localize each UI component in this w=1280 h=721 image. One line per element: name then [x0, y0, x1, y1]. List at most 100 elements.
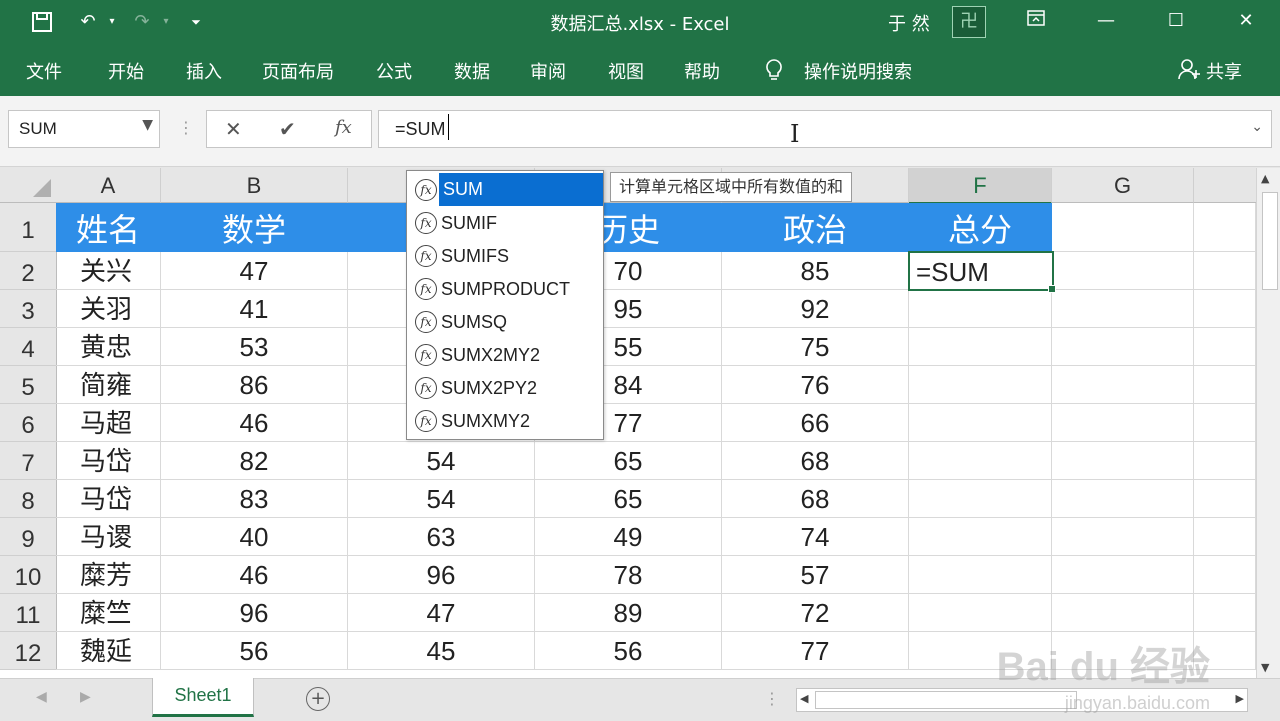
- grid-cell[interactable]: 简雍: [56, 366, 161, 404]
- column-header-G[interactable]: G: [1052, 168, 1194, 203]
- grid-cell[interactable]: 83: [161, 480, 348, 518]
- grid-cell[interactable]: 马岱: [56, 442, 161, 480]
- grid-cell[interactable]: 关羽: [56, 290, 161, 328]
- grid-cell[interactable]: [909, 290, 1052, 328]
- tab-page-layout[interactable]: 页面布局: [262, 58, 334, 84]
- grid-cell[interactable]: 46: [161, 556, 348, 594]
- scroll-right-icon[interactable]: ▶: [1236, 692, 1244, 705]
- row-header-3[interactable]: 3: [0, 290, 57, 328]
- grid-cell[interactable]: [1052, 328, 1194, 366]
- grid-cell[interactable]: 75: [722, 328, 909, 366]
- tab-view[interactable]: 视图: [608, 58, 644, 84]
- formula-input[interactable]: =SUM ⌄: [378, 110, 1272, 148]
- grid-cell[interactable]: 糜竺: [56, 594, 161, 632]
- grid-cell[interactable]: 65: [535, 480, 722, 518]
- tab-split-grip-icon[interactable]: ⋮: [764, 689, 780, 708]
- grid-cell[interactable]: 74: [722, 518, 909, 556]
- header-cell[interactable]: [1194, 203, 1256, 252]
- autocomplete-item[interactable]: fx SUMX2PY2: [407, 371, 603, 404]
- row-header-8[interactable]: 8: [0, 480, 57, 518]
- horizontal-scroll-thumb[interactable]: [815, 691, 1077, 709]
- formula-bar-grip-icon[interactable]: ⋮: [178, 118, 194, 137]
- header-cell[interactable]: 数学: [161, 203, 348, 252]
- grid-cell[interactable]: [1194, 480, 1256, 518]
- grid-cell[interactable]: 68: [722, 480, 909, 518]
- grid-cell[interactable]: 63: [348, 518, 535, 556]
- tab-formulas[interactable]: 公式: [376, 58, 412, 84]
- autocomplete-item[interactable]: fx SUMX2MY2: [407, 338, 603, 371]
- grid-cell[interactable]: 54: [348, 480, 535, 518]
- row-header-9[interactable]: 9: [0, 518, 57, 556]
- grid-cell[interactable]: 89: [535, 594, 722, 632]
- grid-cell[interactable]: 72: [722, 594, 909, 632]
- grid-cell[interactable]: [909, 404, 1052, 442]
- next-sheet-icon[interactable]: ▶: [80, 689, 91, 705]
- grid-cell[interactable]: [1052, 594, 1194, 632]
- tab-data[interactable]: 数据: [454, 58, 490, 84]
- autocomplete-item[interactable]: fx SUMIFS: [407, 239, 603, 272]
- row-header-5[interactable]: 5: [0, 366, 57, 404]
- expand-formula-bar-icon[interactable]: ⌄: [1251, 119, 1263, 135]
- grid-cell[interactable]: 77: [722, 632, 909, 670]
- header-cell[interactable]: [1052, 203, 1194, 252]
- cancel-entry-icon[interactable]: ✕: [225, 117, 242, 141]
- grid-cell[interactable]: 47: [348, 594, 535, 632]
- grid-cell[interactable]: [1194, 252, 1256, 290]
- grid-cell[interactable]: 魏延: [56, 632, 161, 670]
- lightbulb-icon[interactable]: [764, 58, 784, 87]
- grid-cell[interactable]: 47: [161, 252, 348, 290]
- column-header-H[interactable]: [1194, 168, 1256, 203]
- tab-insert[interactable]: 插入: [186, 58, 222, 84]
- column-header-B[interactable]: B: [161, 168, 348, 203]
- grid-cell[interactable]: [1052, 480, 1194, 518]
- grid-cell[interactable]: 96: [161, 594, 348, 632]
- row-header-4[interactable]: 4: [0, 328, 57, 366]
- grid-cell[interactable]: [909, 556, 1052, 594]
- autocomplete-item[interactable]: fx SUM: [407, 173, 603, 206]
- autocomplete-item[interactable]: fx SUMIF: [407, 206, 603, 239]
- grid-cell[interactable]: [909, 442, 1052, 480]
- grid-cell[interactable]: [1194, 404, 1256, 442]
- user-avatar-icon[interactable]: 卍: [952, 6, 986, 38]
- scroll-up-icon[interactable]: ▲: [1261, 172, 1269, 185]
- ribbon-display-options-icon[interactable]: [1016, 6, 1056, 36]
- grid-cell[interactable]: [1194, 290, 1256, 328]
- previous-sheet-icon[interactable]: ◀: [36, 689, 47, 705]
- grid-cell[interactable]: [1052, 404, 1194, 442]
- vertical-scrollbar[interactable]: ▲ ▼: [1256, 168, 1280, 678]
- name-box[interactable]: SUM ▼: [8, 110, 160, 148]
- grid-cell[interactable]: [1052, 442, 1194, 480]
- grid-cell[interactable]: [909, 594, 1052, 632]
- tab-help[interactable]: 帮助: [684, 58, 720, 84]
- grid-cell[interactable]: 40: [161, 518, 348, 556]
- grid-cell[interactable]: [1194, 328, 1256, 366]
- grid-cell[interactable]: 46: [161, 404, 348, 442]
- grid-cell[interactable]: [1052, 518, 1194, 556]
- grid-cell[interactable]: 82: [161, 442, 348, 480]
- grid-cell[interactable]: [1194, 594, 1256, 632]
- grid-cell[interactable]: 78: [535, 556, 722, 594]
- maximize-button[interactable]: ☐: [1156, 6, 1196, 36]
- grid-cell[interactable]: [909, 328, 1052, 366]
- grid-cell[interactable]: 56: [161, 632, 348, 670]
- grid-cell[interactable]: 49: [535, 518, 722, 556]
- tab-review[interactable]: 审阅: [530, 58, 566, 84]
- grid-cell[interactable]: [1194, 442, 1256, 480]
- vertical-scroll-thumb[interactable]: [1262, 192, 1278, 290]
- grid-cell[interactable]: 45: [348, 632, 535, 670]
- grid-cell[interactable]: [1052, 556, 1194, 594]
- grid-cell[interactable]: 85: [722, 252, 909, 290]
- grid-cell[interactable]: 76: [722, 366, 909, 404]
- scroll-down-icon[interactable]: ▼: [1261, 661, 1269, 674]
- grid-cell[interactable]: [1052, 252, 1194, 290]
- grid-cell[interactable]: 66: [722, 404, 909, 442]
- grid-cell[interactable]: 56: [535, 632, 722, 670]
- grid-cell[interactable]: 黄忠: [56, 328, 161, 366]
- grid-cell[interactable]: 关兴: [56, 252, 161, 290]
- tab-home[interactable]: 开始: [108, 58, 144, 84]
- confirm-entry-icon[interactable]: ✔: [279, 117, 296, 141]
- row-header-6[interactable]: 6: [0, 404, 57, 442]
- grid-cell[interactable]: 54: [348, 442, 535, 480]
- minimize-button[interactable]: —: [1086, 6, 1126, 36]
- grid-cell[interactable]: [1194, 366, 1256, 404]
